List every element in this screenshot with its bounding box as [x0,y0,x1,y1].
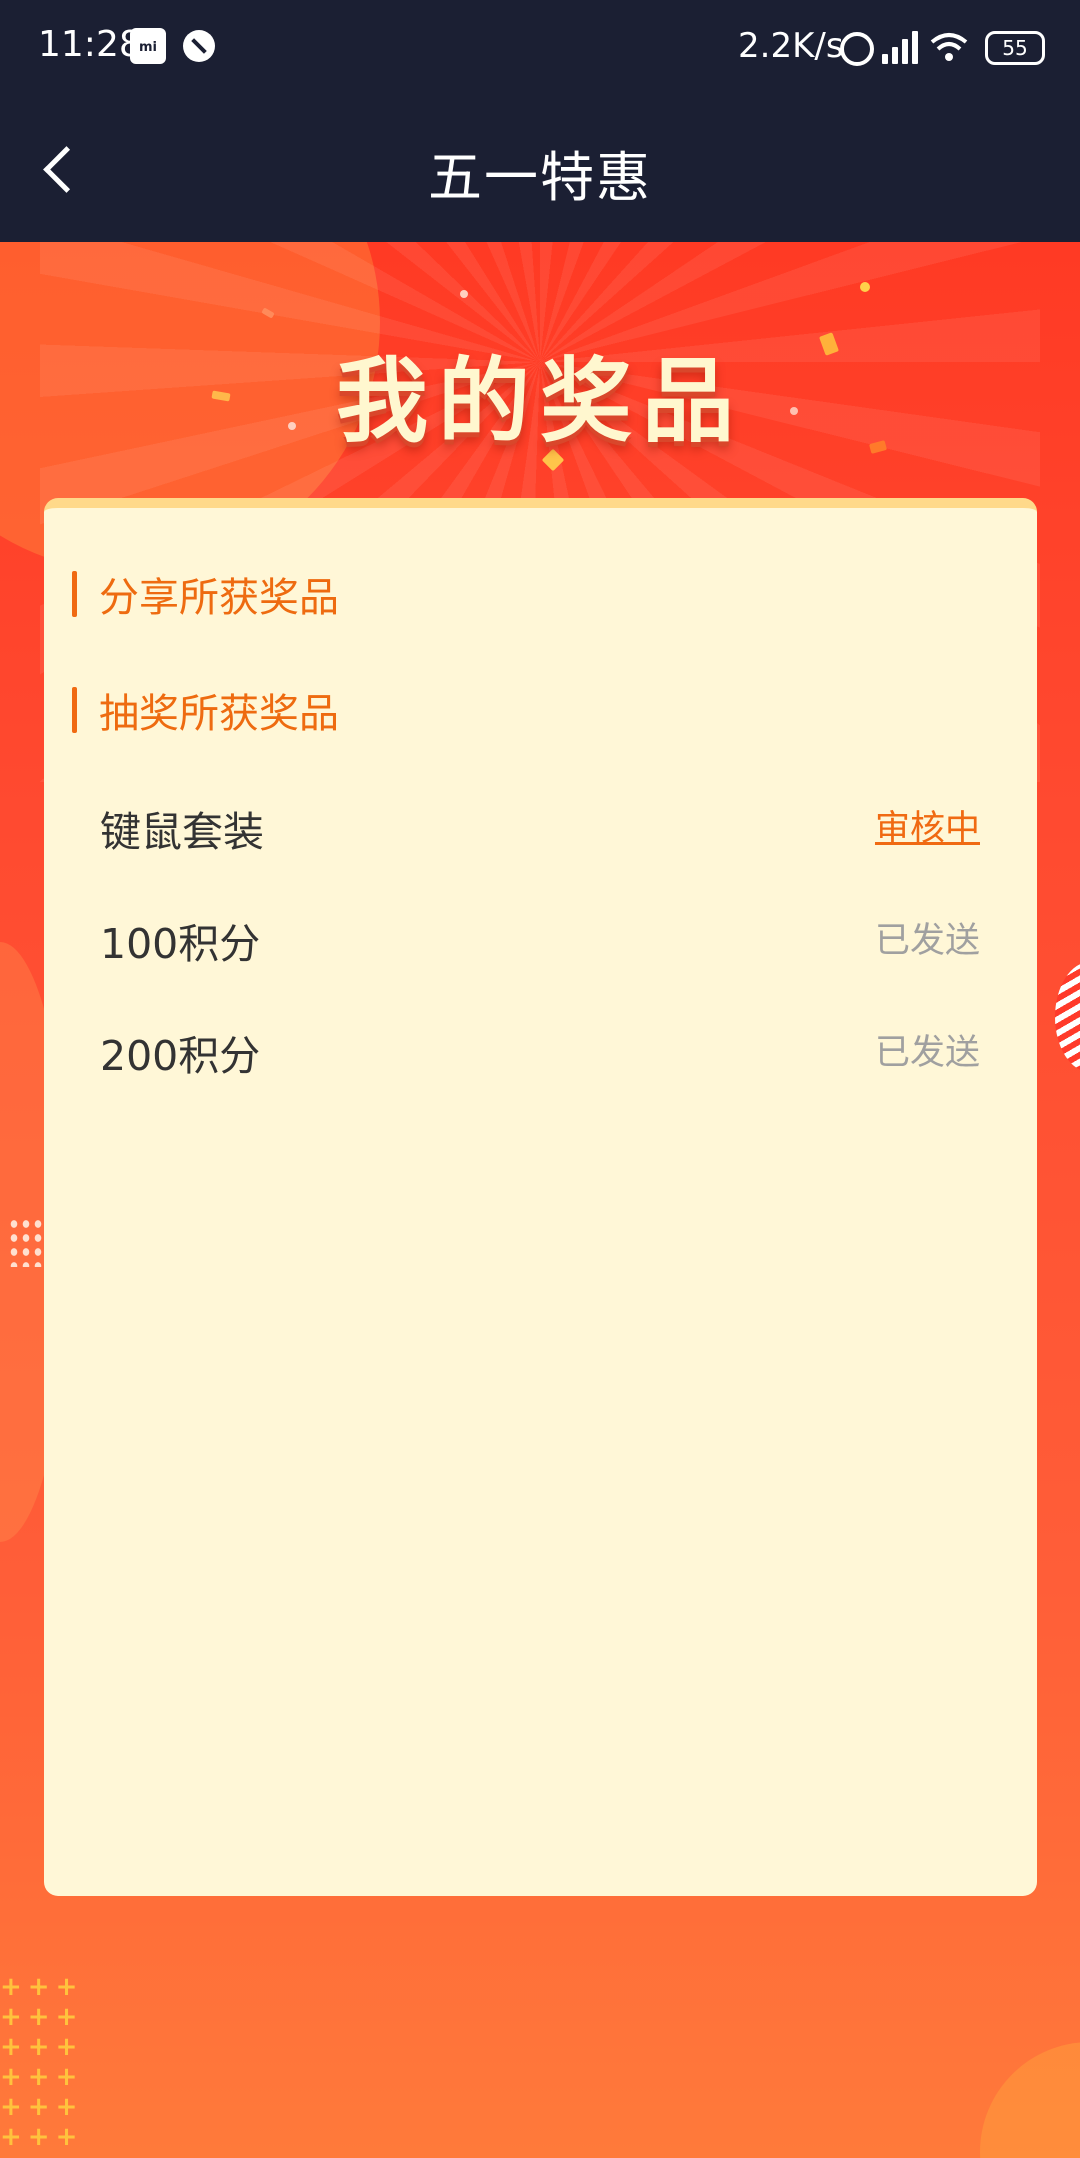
app-bar: 五一特惠 [0,95,1080,242]
confetti [860,282,870,292]
decorative-ball [1055,962,1080,1072]
decorative-plus-pattern: +++ +++ +++ +++ +++ +++ [0,1972,84,2152]
do-not-disturb-icon [183,30,215,62]
wifi-icon [930,33,968,61]
prize-name: 100积分 [100,920,261,968]
prize-row: 键鼠套装 审核中 [100,798,980,858]
page-title: 五一特惠 [428,146,652,209]
prize-name: 200积分 [100,1032,261,1080]
status-time: 11:28 [38,24,142,65]
signal-icon [882,30,920,64]
prize-status: 已发送 [874,1033,980,1073]
prize-name: 键鼠套装 [100,808,264,856]
section-share-prizes[interactable]: 分享所获奖品 [72,568,339,621]
section-label: 分享所获奖品 [99,575,339,621]
mi-app-icon: mi [130,28,166,64]
prize-status: 已发送 [874,921,980,961]
decorative-dots [8,1217,48,1267]
alarm-icon [840,32,874,66]
prize-row: 100积分 已发送 [100,910,980,970]
confetti [460,290,468,298]
banner-title: 我的奖品 [335,348,744,455]
prize-card: 分享所获奖品 抽奖所获奖品 键鼠套装 审核中 100积分 已发送 200积分 已… [44,498,1037,1896]
prize-status-link[interactable]: 审核中 [875,800,980,851]
section-accent-bar [72,687,77,733]
status-bar: 11:28 mi 2.2K/s 55 [0,0,1080,95]
section-lottery-prizes[interactable]: 抽奖所获奖品 [72,684,339,737]
section-label: 抽奖所获奖品 [99,691,339,737]
battery-icon: 55 [985,31,1045,65]
network-speed: 2.2K/s [738,26,844,66]
decorative-blob [980,2042,1080,2158]
section-accent-bar [72,571,77,617]
prize-row: 200积分 已发送 [100,1022,980,1082]
